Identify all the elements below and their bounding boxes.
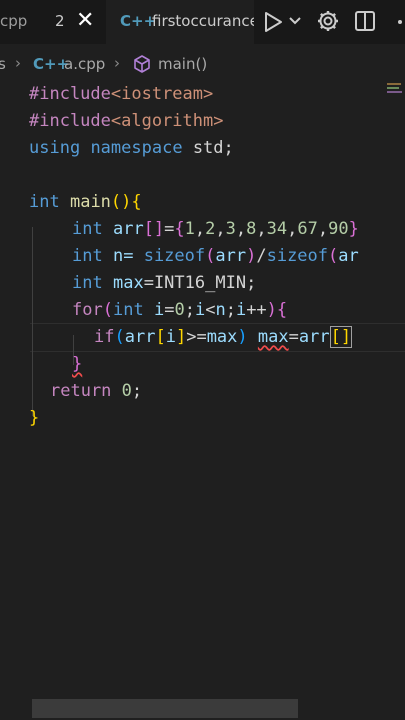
code-line-11: } [72,354,83,374]
chevron-down-icon[interactable] [288,14,302,28]
gear-icon[interactable] [316,9,340,33]
breadcrumb-folder[interactable]: s [0,55,6,73]
tab-firstoccurance[interactable]: C++ firstoccurance [106,0,254,44]
breadcrumb: s › C++ a.cpp › main() [0,44,405,84]
tab-bar: cpp 2 ✕ C++ firstoccurance [0,0,405,44]
code-line-7: int n= sizeof(arr)/sizeof(ar [72,246,359,266]
tab-cpp-file[interactable]: cpp [0,12,27,30]
horizontal-scrollbar[interactable] [32,699,298,718]
code-line-6: int arr[]={1,2,3,8,34,67,90} [72,219,359,239]
chevron-right-icon: › [114,54,120,72]
breadcrumb-symbol[interactable]: main() [158,55,207,73]
code-line-10: if(arr[i]>=max) max=arr[] [94,326,353,348]
cube-icon [134,55,150,73]
code-line-3: using namespace std; [29,138,234,158]
indent-guide [32,227,33,416]
code-editor[interactable]: #include<iostream> #include<algorithm> u… [0,80,405,700]
code-line-9: for(int i=0;i<n;i++){ [72,300,288,320]
breadcrumb-file[interactable]: a.cpp [64,55,105,73]
tab-problem-count-badge: 2 [55,12,65,30]
code-line-8: int max=INT16_MIN; [72,273,257,293]
split-editor-icon[interactable] [354,10,376,32]
code-line-5: int main(){ [29,192,142,212]
chevron-right-icon: › [15,54,21,72]
tab-label: firstoccurance [152,12,254,30]
play-icon[interactable] [262,10,284,34]
more-actions-icon[interactable] [390,10,405,34]
code-line-13: } [29,408,40,428]
code-line-1: #include<iostream> [29,84,214,104]
cpp-file-icon: C++ [120,12,157,30]
code-line-2: #include<algorithm> [29,111,224,131]
close-tab-icon[interactable]: ✕ [76,8,94,33]
code-line-12: return 0; [50,381,143,401]
